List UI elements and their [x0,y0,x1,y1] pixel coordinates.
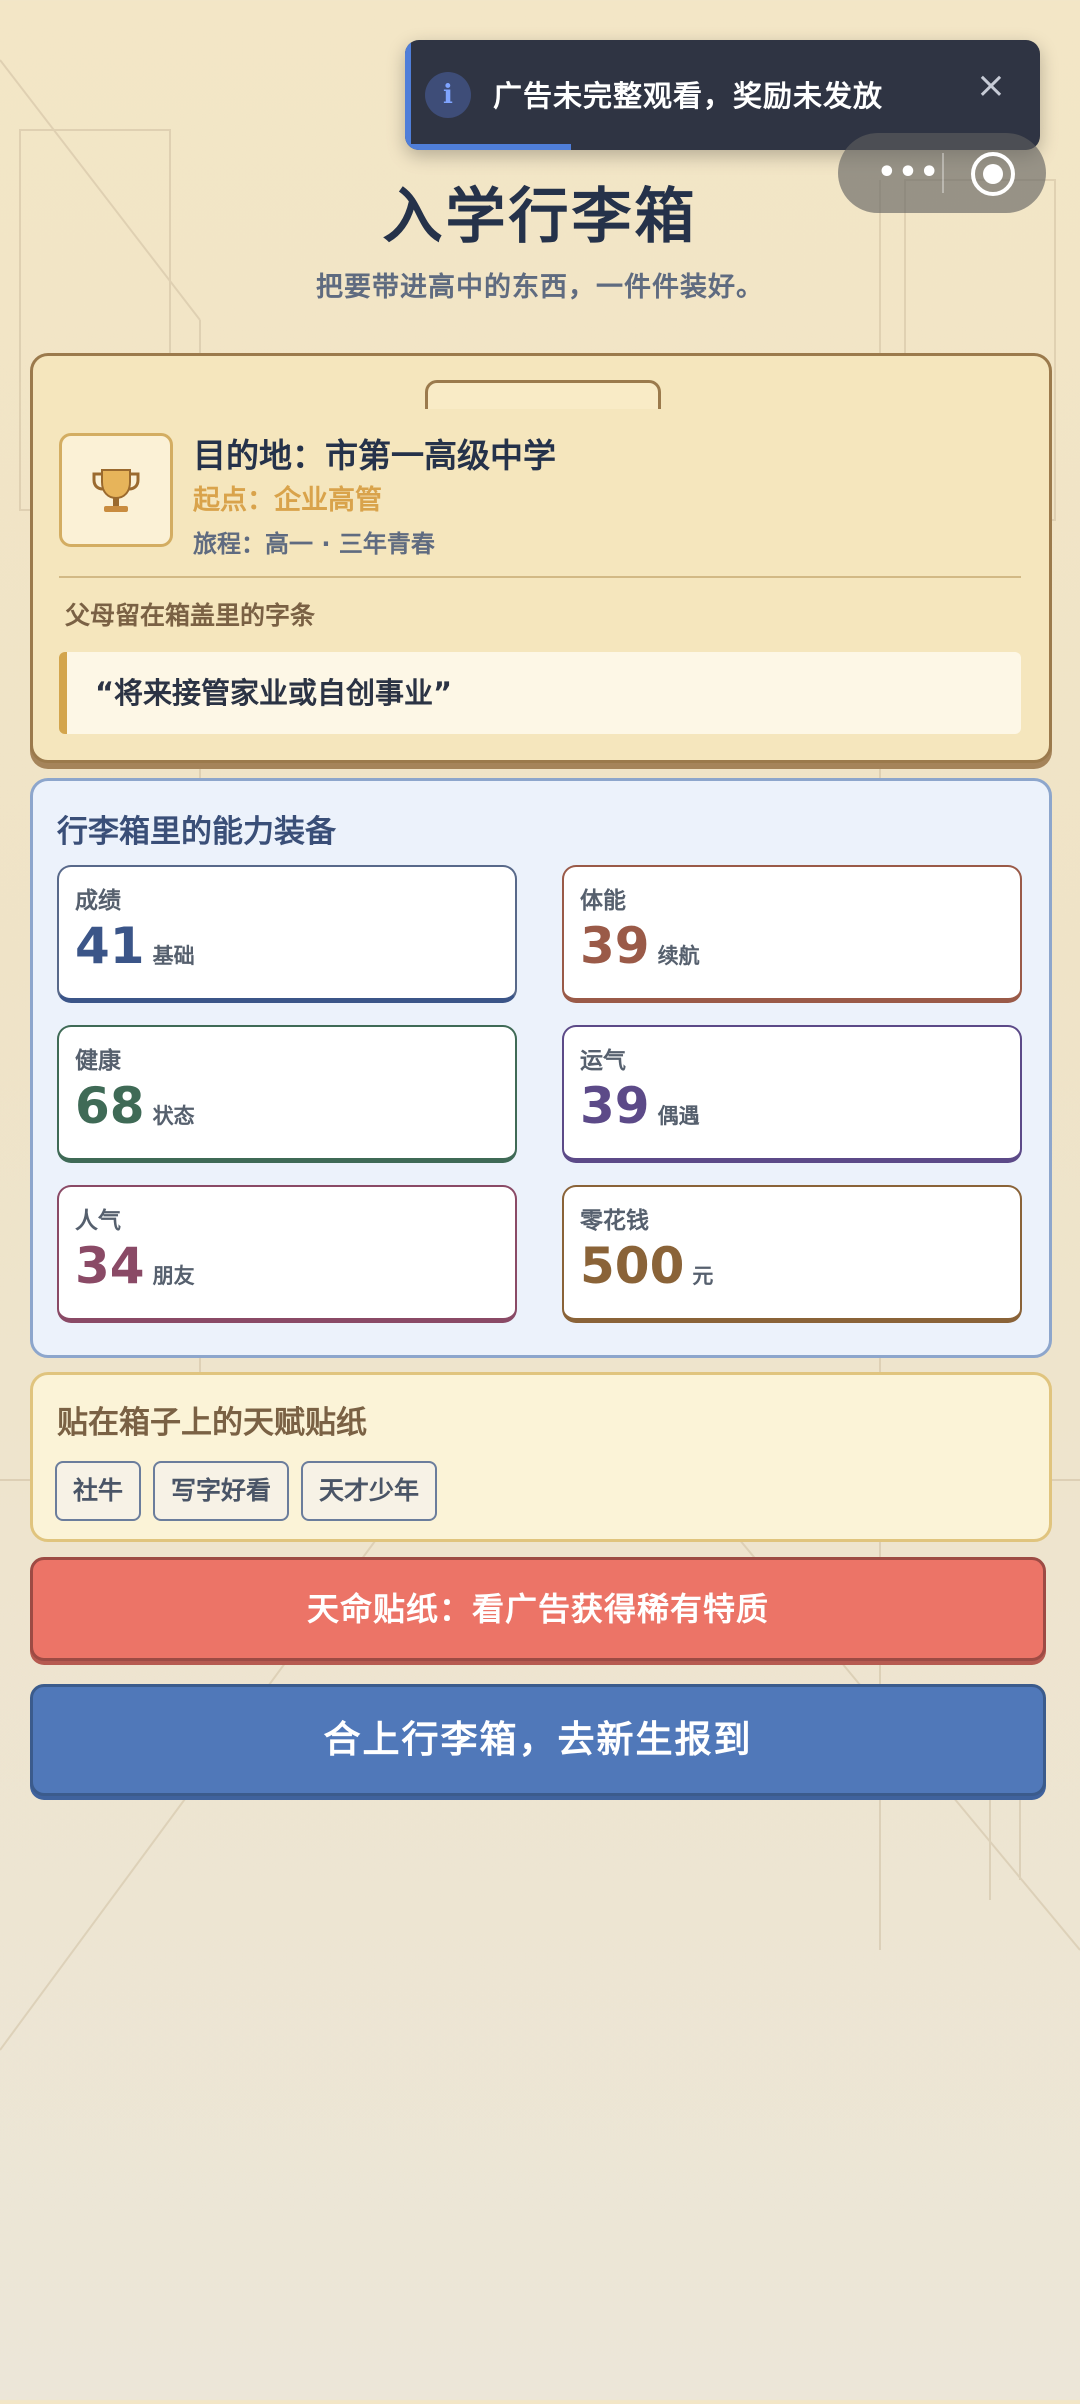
stat-value: 41 基础 [75,917,195,975]
talent-tag: 写字好看 [153,1461,290,1521]
stat-card-score: 成绩 41 基础 [57,865,517,1003]
abilities-panel: 行李箱里的能力装备 成绩 41 基础 体能 39 续航 健康 68 状态 运气 39 偶… [30,778,1052,1358]
stat-value: 39 续航 [580,917,700,975]
stat-card-popularity: 人气 34 朋友 [57,1185,517,1323]
talent-tags: 社牛 写字好看 天才少年 [55,1461,438,1521]
starting-point: 起点：企业高管 [193,485,382,516]
toast-accent-bar [405,40,411,150]
stat-label: 体能 [580,888,626,914]
stat-label: 运气 [580,1048,626,1074]
page-subtitle: 把要带进高中的东西，一件件装好。 [316,272,764,303]
stat-value: 34 朋友 [75,1237,195,1295]
stat-card-health: 健康 68 状态 [57,1025,517,1163]
info-icon: i [425,72,471,118]
trophy-icon [59,433,173,547]
stat-value: 68 状态 [75,1077,195,1135]
stat-label: 零花钱 [580,1208,649,1234]
parent-note-quote: “将来接管家业或自创事业” [59,652,1021,734]
suitcase-handle [425,380,661,409]
destination-card: 目的地：市第一高级中学 起点：企业高管 旅程：高一 · 三年青春 父母留在箱盖里… [30,353,1052,763]
journey-info: 旅程：高一 · 三年青春 [193,530,435,558]
talents-panel: 贴在箱子上的天赋贴纸 社牛 写字好看 天才少年 [30,1372,1052,1542]
talent-tag: 社牛 [55,1461,142,1521]
stat-card-stamina: 体能 39 续航 [562,865,1022,1003]
toast-message: 广告未完整观看，奖励未发放 [493,79,884,113]
stat-card-luck: 运气 39 偶遇 [562,1025,1022,1163]
stat-value: 39 偶遇 [580,1077,700,1135]
page-title: 入学行李箱 [382,182,698,252]
talents-heading: 贴在箱子上的天赋贴纸 [57,1405,367,1441]
card-divider [59,576,1021,578]
stat-label: 人气 [75,1208,121,1234]
abilities-heading: 行李箱里的能力装备 [57,814,336,850]
stat-label: 成绩 [75,888,121,914]
parent-note-label: 父母留在箱盖里的字条 [65,601,316,630]
destination-school: 目的地：市第一高级中学 [193,436,556,475]
talent-tag: 天才少年 [301,1461,438,1521]
toast-progress [411,144,571,150]
stat-card-money: 零花钱 500 元 [562,1185,1022,1323]
stat-label: 健康 [75,1048,121,1074]
report-button[interactable]: 合上行李箱，去新生报到 [30,1684,1046,1796]
stat-value: 500 元 [580,1237,714,1295]
ad-sticker-button[interactable]: 天命贴纸：看广告获得稀有特质 [30,1557,1046,1661]
close-icon[interactable]: × [976,68,1006,104]
